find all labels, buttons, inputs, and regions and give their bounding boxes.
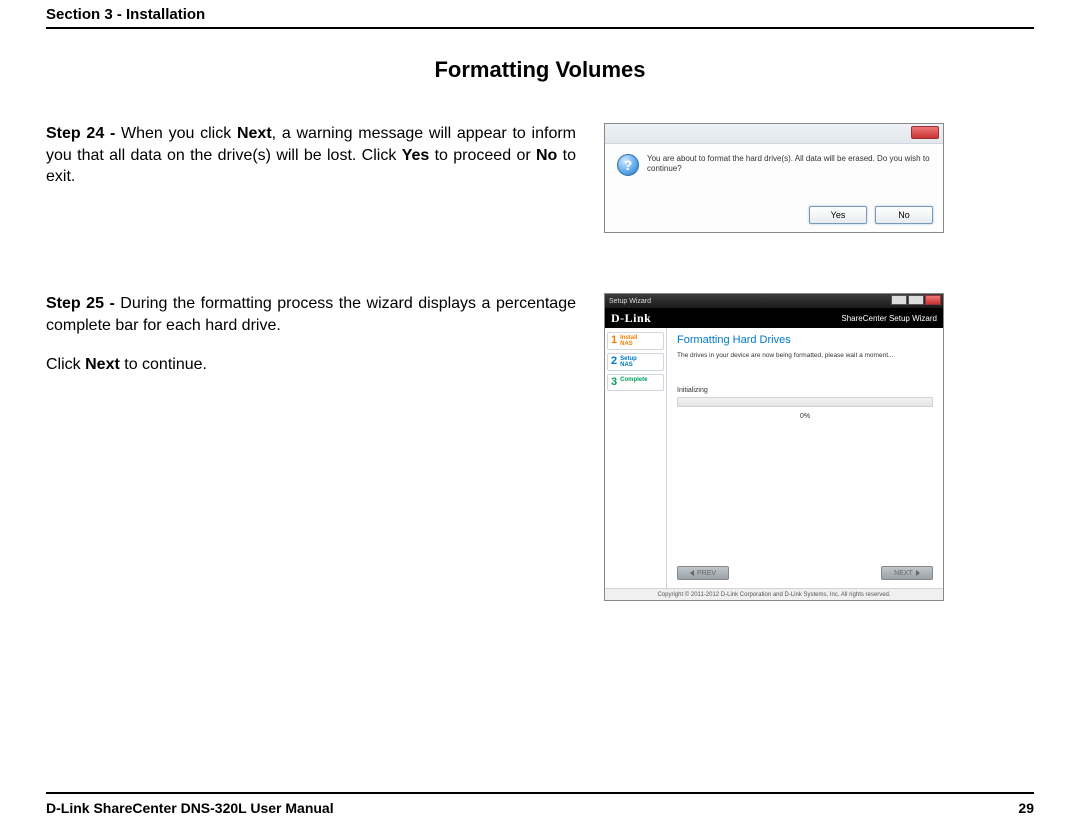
step-25-row: Step 25 - During the formatting process … xyxy=(46,293,1034,601)
step-24-b1: Next xyxy=(237,125,272,142)
sidebar-step-1b: NAS xyxy=(620,341,633,347)
step-25-text: Step 25 - During the formatting process … xyxy=(46,293,576,376)
dialog-titlebar xyxy=(605,124,943,144)
progress-percent: 0% xyxy=(677,413,933,420)
no-button[interactable]: No xyxy=(875,206,933,224)
sidebar-step-2-num: 2 xyxy=(611,356,617,368)
wizard-heading: Formatting Hard Drives xyxy=(677,334,933,346)
minimize-icon[interactable] xyxy=(891,295,907,305)
prev-label: PREV xyxy=(697,570,716,577)
chevron-right-icon xyxy=(916,570,920,576)
page-footer: D-Link ShareCenter DNS-320L User Manual … xyxy=(46,792,1034,816)
yes-button[interactable]: Yes xyxy=(809,206,867,224)
step-24-b3: No xyxy=(536,147,557,164)
step-25-b1: Next xyxy=(85,356,120,373)
sidebar-step-3a: Complete xyxy=(620,377,647,388)
step-25-click1: Click xyxy=(46,356,85,373)
wizard-subtext: The drives in your device are now being … xyxy=(677,352,933,359)
step-24-label: Step 24 - xyxy=(46,125,121,142)
question-icon: ? xyxy=(617,154,639,176)
step-24-text: Step 24 - When you click Next, a warning… xyxy=(46,123,576,188)
chevron-left-icon xyxy=(690,570,694,576)
sidebar-step-2b: NAS xyxy=(620,362,633,368)
wizard-brand-right: ShareCenter Setup Wizard xyxy=(841,314,937,323)
step-24-b2: Yes xyxy=(402,147,430,164)
dialog-message: You are about to format the hard drive(s… xyxy=(647,154,931,176)
close-icon[interactable] xyxy=(925,295,941,305)
sidebar-step-3-num: 3 xyxy=(611,377,617,388)
step-24-row: Step 24 - When you click Next, a warning… xyxy=(46,123,1034,233)
progress-label: Initializing xyxy=(677,387,933,394)
step-24-t1: When you click xyxy=(121,125,237,142)
step-24-t3: to proceed or xyxy=(429,147,536,164)
next-label: NEXT xyxy=(894,570,913,577)
sidebar-step-1-num: 1 xyxy=(611,335,617,347)
sidebar-step-complete: 3 Complete xyxy=(607,374,664,391)
page-title: Formatting Volumes xyxy=(46,57,1034,83)
sidebar-step-install: 1 InstallNAS xyxy=(607,332,664,350)
wizard-sidebar: 1 InstallNAS 2 SetupNAS 3 Complete xyxy=(605,328,667,588)
step-25-body: During the formatting process the wizard… xyxy=(46,295,576,334)
wizard-brand-bar: D-Link ShareCenter Setup Wizard xyxy=(605,308,943,328)
wizard-window-title: Setup Wizard xyxy=(609,298,651,305)
page-number: 29 xyxy=(1018,800,1034,816)
prev-button[interactable]: PREV xyxy=(677,566,729,580)
wizard-content: Formatting Hard Drives The drives in you… xyxy=(667,328,943,588)
section-header: Section 3 - Installation xyxy=(46,0,1034,29)
maximize-icon[interactable] xyxy=(908,295,924,305)
next-button[interactable]: NEXT xyxy=(881,566,933,580)
step-25-label: Step 25 - xyxy=(46,295,120,312)
wizard-copyright: Copyright © 2011-2012 D-Link Corporation… xyxy=(605,588,943,600)
confirm-dialog-screenshot: ? You are about to format the hard drive… xyxy=(604,123,944,233)
close-icon[interactable] xyxy=(911,126,939,139)
progress-bar xyxy=(677,397,933,407)
footer-title: D-Link ShareCenter DNS-320L User Manual xyxy=(46,800,334,816)
sidebar-step-setup: 2 SetupNAS xyxy=(607,353,664,371)
step-25-click2: to continue. xyxy=(120,356,207,373)
wizard-screenshot: Setup Wizard D-Link ShareCenter Setup Wi… xyxy=(604,293,944,601)
dlink-logo: D-Link xyxy=(611,311,651,326)
wizard-window-titlebar: Setup Wizard xyxy=(605,294,943,308)
